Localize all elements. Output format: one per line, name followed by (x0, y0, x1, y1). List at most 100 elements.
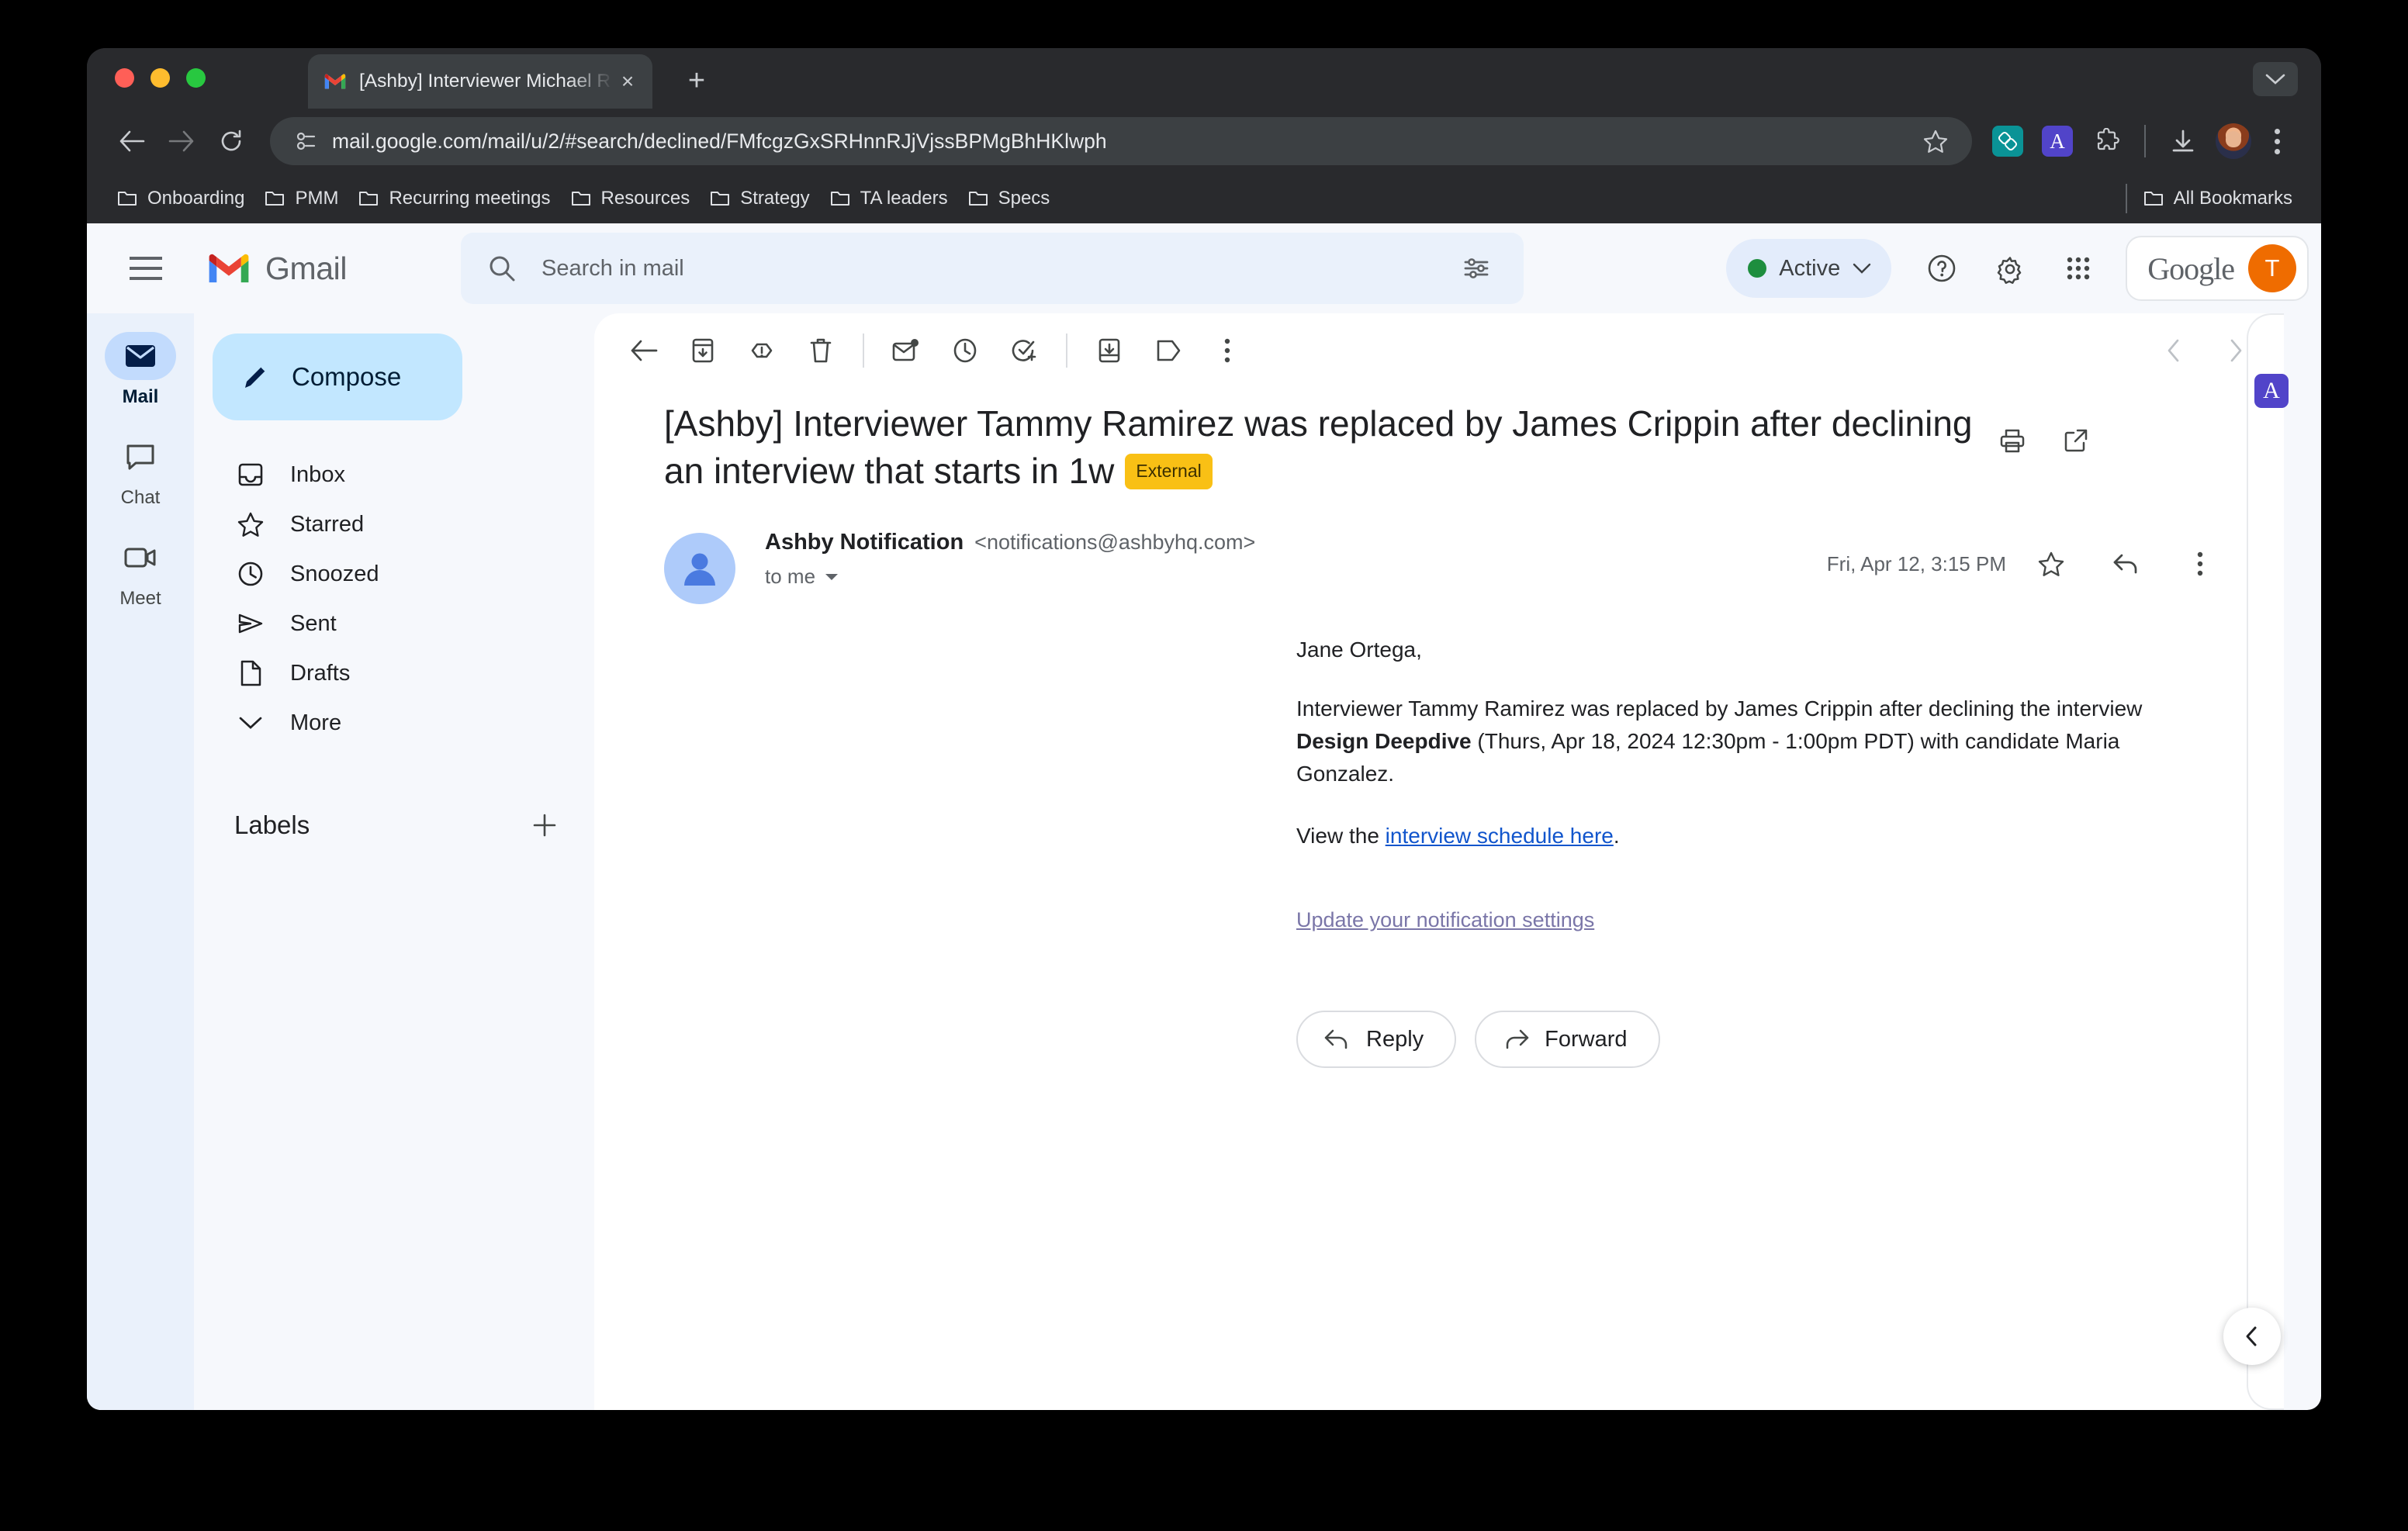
sidebar-item-drafts[interactable]: Drafts (194, 648, 563, 698)
sidebar-item-snoozed[interactable]: Snoozed (194, 549, 563, 599)
reply-arrow-icon (1324, 1030, 1348, 1049)
forward-icon[interactable] (157, 116, 206, 166)
bookmark-recurring-meetings[interactable]: Recurring meetings (348, 181, 560, 216)
rail-item-mail[interactable]: Mail (98, 332, 183, 408)
mail-toolbar (594, 313, 2284, 388)
ashby-addon-icon[interactable]: A (2254, 374, 2289, 408)
expand-side-panel-button[interactable] (2223, 1308, 2281, 1365)
sidebar-item-starred[interactable]: Starred (194, 499, 563, 549)
mail-content-pane: [Ashby] Interviewer Tammy Ramirez was re… (594, 313, 2289, 1410)
delete-icon[interactable] (791, 321, 850, 380)
notification-settings-link[interactable]: Update your notification settings (1296, 908, 1594, 931)
rail-item-chat[interactable]: Chat (98, 433, 183, 509)
email-meta-actions: Fri, Apr 12, 3:15 PM (1827, 534, 2230, 593)
tab-search-chevron-icon[interactable] (2253, 62, 2298, 96)
add-label-icon[interactable] (521, 802, 568, 848)
mail-icon (105, 332, 176, 380)
bookmark-pmm[interactable]: PMM (254, 181, 348, 216)
app-rail: Mail Chat Meet (87, 313, 194, 1410)
more-options-icon[interactable] (1198, 321, 1257, 380)
ashby-extension-icon[interactable]: A (2035, 119, 2080, 164)
main-menu-icon[interactable] (109, 231, 183, 306)
bookmark-star-icon[interactable] (1913, 119, 1958, 164)
sidebar-item-inbox[interactable]: Inbox (194, 450, 563, 499)
snooze-icon[interactable] (936, 321, 995, 380)
help-icon[interactable] (1910, 237, 1974, 300)
site-settings-icon[interactable] (285, 121, 326, 161)
account-button[interactable]: Google T (2126, 236, 2309, 301)
print-icon[interactable] (1983, 411, 2042, 470)
chevron-left-icon (2246, 1326, 2257, 1346)
browser-profile-avatar[interactable] (2216, 123, 2251, 159)
mark-unread-icon[interactable] (877, 321, 936, 380)
folder-icon (830, 192, 849, 206)
reply-icon[interactable] (2096, 534, 2155, 593)
archive-icon[interactable] (673, 321, 732, 380)
compose-button[interactable]: Compose (213, 334, 462, 420)
browser-menu-icon[interactable] (2256, 119, 2298, 164)
clock-icon (234, 561, 267, 587)
back-to-list-icon[interactable] (614, 321, 673, 380)
rail-label: Mail (122, 386, 159, 407)
addon-side-panel: A (2247, 313, 2289, 1410)
gmail-logo[interactable]: Gmail (206, 251, 424, 287)
settings-gear-icon[interactable] (1978, 237, 2042, 300)
browser-tab[interactable]: [Ashby] Interviewer Michael R × (308, 54, 652, 109)
add-to-tasks-icon[interactable] (995, 321, 1054, 380)
gmail-header: Gmail Search in mail Active Google T (87, 223, 2321, 313)
previous-email-icon[interactable] (2144, 321, 2203, 380)
view-suffix-text: . (1613, 824, 1620, 848)
downloads-icon[interactable] (2158, 116, 2208, 166)
sidebar-item-label: Inbox (290, 461, 345, 487)
open-in-new-window-icon[interactable] (2046, 411, 2105, 470)
gmail-favicon-icon (324, 74, 346, 89)
move-to-inbox-icon[interactable] (1080, 321, 1139, 380)
sidebar-item-more[interactable]: More (194, 698, 563, 748)
window-controls (115, 68, 206, 88)
search-options-icon[interactable] (1448, 240, 1505, 297)
report-spam-icon[interactable] (732, 321, 791, 380)
extensions-puzzle-icon[interactable] (2085, 119, 2129, 164)
labels-icon[interactable] (1139, 321, 1198, 380)
reply-button[interactable]: Reply (1296, 1011, 1457, 1069)
bookmark-strategy[interactable]: Strategy (700, 181, 819, 216)
google-wordmark: Google (2147, 251, 2235, 286)
interview-schedule-link[interactable]: interview schedule here (1386, 824, 1614, 848)
bookmark-ta-leaders[interactable]: TA leaders (820, 181, 958, 216)
sender-avatar[interactable] (664, 533, 735, 605)
bookmark-resources[interactable]: Resources (561, 181, 701, 216)
bookmark-specs[interactable]: Specs (958, 181, 1060, 216)
header-actions: Active Google T (1726, 236, 2309, 301)
bookmark-label: Strategy (740, 188, 810, 209)
google-apps-icon[interactable] (2046, 237, 2110, 300)
gmail-app: Gmail Search in mail Active Google T Mai… (87, 223, 2321, 1410)
bookmark-label: PMM (295, 188, 339, 209)
email-more-options-icon[interactable] (2171, 534, 2230, 593)
teal-links-extension-icon[interactable] (1985, 119, 2030, 164)
forward-button[interactable]: Forward (1475, 1011, 1660, 1069)
bookmark-onboarding[interactable]: Onboarding (107, 181, 254, 216)
pencil-icon (245, 366, 266, 388)
reload-icon[interactable] (206, 116, 256, 166)
rail-item-meet[interactable]: Meet (98, 534, 183, 610)
chevron-down-icon (234, 715, 267, 731)
maximize-window-button[interactable] (186, 68, 206, 88)
sidebar-item-sent[interactable]: Sent (194, 599, 563, 648)
minimize-window-button[interactable] (150, 68, 170, 88)
folder-icon (968, 192, 988, 206)
view-prefix-text: View the (1296, 824, 1386, 848)
meet-icon (105, 534, 176, 582)
back-icon[interactable] (107, 116, 157, 166)
account-avatar[interactable]: T (2248, 244, 2296, 292)
toolbar-divider (863, 334, 864, 368)
address-bar[interactable]: mail.google.com/mail/u/2/#search/decline… (270, 117, 1972, 165)
all-bookmarks-button[interactable]: All Bookmarks (2133, 181, 2302, 216)
tab-close-icon[interactable]: × (614, 67, 642, 95)
status-chip[interactable]: Active (1726, 239, 1892, 298)
close-window-button[interactable] (115, 68, 134, 88)
new-tab-icon[interactable]: + (678, 62, 715, 99)
chat-icon (105, 433, 176, 481)
recipient-line[interactable]: to me (765, 565, 1827, 589)
star-email-icon[interactable] (2022, 534, 2081, 593)
search-input[interactable]: Search in mail (461, 233, 1524, 304)
